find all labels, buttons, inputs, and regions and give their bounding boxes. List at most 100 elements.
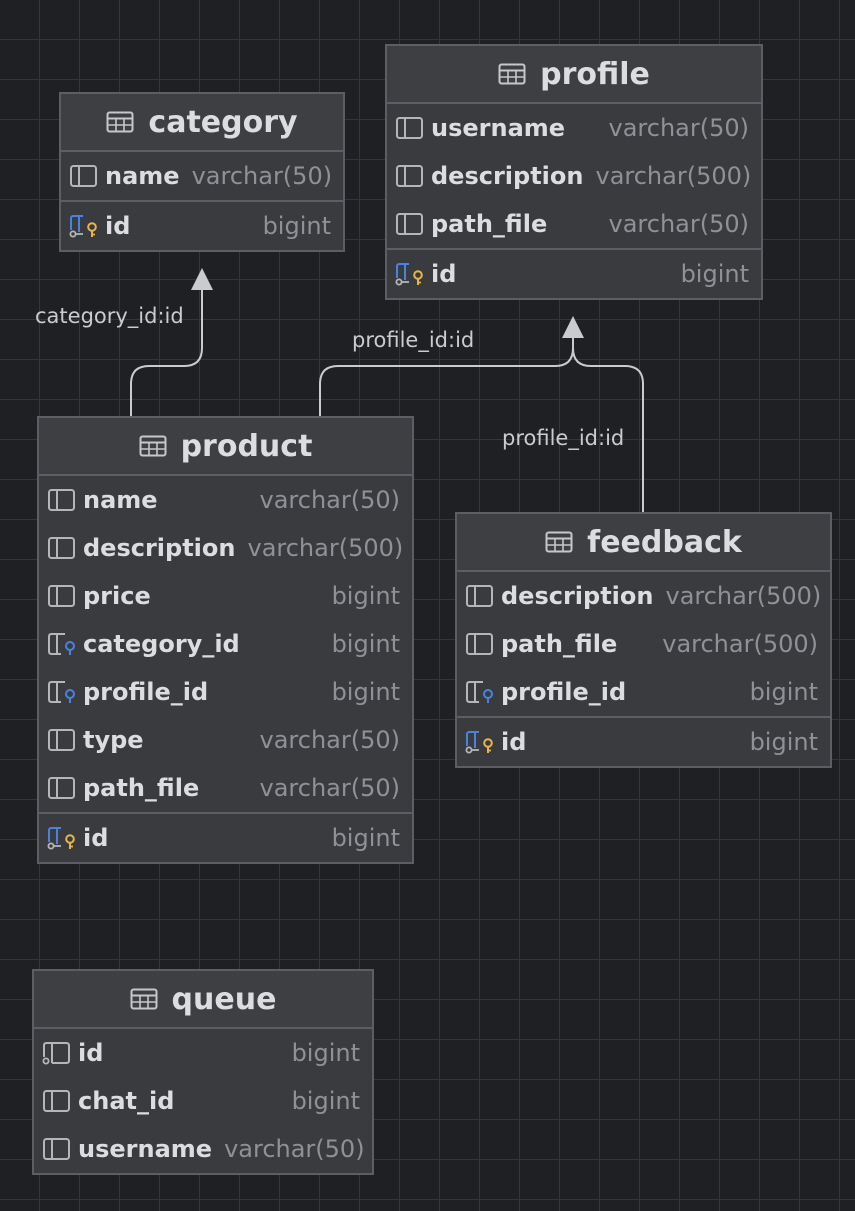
column-type: varchar(50)	[608, 210, 750, 238]
column-row-id[interactable]: id bigint	[34, 1029, 372, 1077]
column-row-path-file[interactable]: path_file varchar(500)	[457, 620, 830, 668]
column-type: bigint	[680, 260, 749, 288]
column-list: username varchar(50) description varchar(50…	[387, 104, 761, 298]
column-icon	[42, 1137, 72, 1161]
column-type: varchar(50)	[191, 162, 333, 190]
column-icon	[47, 488, 77, 512]
column-row-username[interactable]: username varchar(50)	[387, 104, 761, 152]
table-title: queue	[171, 981, 277, 1017]
column-type: bigint	[262, 212, 331, 240]
column-row-id[interactable]: id bigint	[61, 200, 343, 250]
column-icon	[42, 1089, 72, 1113]
table-title: profile	[540, 56, 650, 92]
column-type: varchar(500)	[662, 630, 818, 658]
relation-label-feedback-profile: profile_id:id	[502, 426, 625, 450]
column-row-name[interactable]: name varchar(50)	[39, 476, 412, 524]
relation-label-category: category_id:id	[35, 304, 184, 328]
column-name: id	[78, 1039, 104, 1067]
column-name: name	[83, 486, 158, 514]
column-row-category-id[interactable]: category_id bigint	[39, 620, 412, 668]
column-name: profile_id	[83, 678, 209, 706]
table-icon	[130, 987, 158, 1011]
column-name: id	[105, 212, 131, 240]
column-icon	[47, 776, 77, 800]
column-name: username	[431, 114, 566, 142]
column-list: name varchar(50) id bigint	[61, 152, 343, 250]
table-title: product	[180, 428, 313, 464]
key-column-icon	[42, 1041, 72, 1065]
relation-label-product-profile: profile_id:id	[352, 328, 475, 352]
table-header[interactable]: category	[61, 94, 343, 152]
column-name: id	[501, 728, 527, 756]
primary-key-icon	[465, 730, 495, 754]
foreign-key-icon	[47, 680, 77, 704]
primary-key-icon	[69, 214, 99, 238]
column-icon	[47, 584, 77, 608]
column-type: varchar(500)	[247, 534, 404, 562]
column-icon	[47, 728, 77, 752]
column-icon	[465, 584, 495, 608]
column-name: type	[83, 726, 144, 754]
column-type: varchar(50)	[259, 486, 401, 514]
table-icon	[545, 530, 573, 554]
relation-profile-arrowhead	[562, 316, 584, 338]
column-type: varchar(50)	[224, 1135, 365, 1163]
table-category[interactable]: category name varchar(50) id bigint	[59, 92, 345, 252]
table-header[interactable]: product	[39, 418, 412, 476]
column-icon	[395, 212, 425, 236]
column-row-path-file[interactable]: path_file varchar(50)	[387, 200, 761, 248]
foreign-key-icon	[47, 632, 77, 656]
column-type: varchar(500)	[595, 162, 752, 190]
column-row-type[interactable]: type varchar(50)	[39, 716, 412, 764]
column-row-username[interactable]: username varchar(50)	[34, 1125, 372, 1173]
column-name: id	[83, 824, 109, 852]
column-row-path-file[interactable]: path_file varchar(50)	[39, 764, 412, 812]
column-row-id[interactable]: id bigint	[457, 716, 830, 766]
column-type: varchar(500)	[665, 582, 822, 610]
column-row-price[interactable]: price bigint	[39, 572, 412, 620]
column-list: id bigint chat_id bigint username varchar(50)	[34, 1029, 372, 1173]
table-header[interactable]: queue	[34, 971, 372, 1029]
column-type: varchar(50)	[259, 774, 401, 802]
column-row-profile-id[interactable]: profile_id bigint	[39, 668, 412, 716]
column-name: path_file	[501, 630, 618, 658]
column-row-profile-id[interactable]: profile_id bigint	[457, 668, 830, 716]
table-profile[interactable]: profile username varchar(50) description va…	[385, 44, 763, 300]
column-type: bigint	[331, 630, 400, 658]
column-type: bigint	[291, 1039, 360, 1067]
table-title: category	[148, 104, 298, 140]
column-row-description[interactable]: description varchar(500)	[457, 572, 830, 620]
table-product[interactable]: product name varchar(50) description varcha…	[37, 416, 414, 864]
column-row-chat-id[interactable]: chat_id bigint	[34, 1077, 372, 1125]
column-row-id[interactable]: id bigint	[387, 248, 761, 298]
table-header[interactable]: feedback	[457, 514, 830, 572]
column-name: description	[431, 162, 584, 190]
primary-key-icon	[395, 262, 425, 286]
column-icon	[69, 164, 99, 188]
column-name: category_id	[83, 630, 240, 658]
column-icon	[465, 632, 495, 656]
column-row-description[interactable]: description varchar(500)	[387, 152, 761, 200]
table-queue[interactable]: queue id bigint chat_id bigint username varch…	[32, 969, 374, 1175]
table-feedback[interactable]: feedback description varchar(500) path_fil…	[455, 512, 832, 768]
column-name: description	[83, 534, 236, 562]
column-icon	[395, 164, 425, 188]
column-name: price	[83, 582, 151, 610]
table-icon	[498, 62, 526, 86]
column-type: bigint	[331, 582, 400, 610]
column-row-description[interactable]: description varchar(500)	[39, 524, 412, 572]
column-row-name[interactable]: name varchar(50)	[61, 152, 343, 200]
table-title: feedback	[587, 524, 742, 560]
column-name: profile_id	[501, 678, 627, 706]
table-icon	[106, 110, 134, 134]
column-row-id[interactable]: id bigint	[39, 812, 412, 862]
column-type: bigint	[331, 678, 400, 706]
column-type: bigint	[749, 678, 818, 706]
column-type: bigint	[331, 824, 400, 852]
column-name: path_file	[431, 210, 548, 238]
column-type: varchar(50)	[259, 726, 401, 754]
column-name: name	[105, 162, 180, 190]
table-header[interactable]: profile	[387, 46, 761, 104]
foreign-key-icon	[465, 680, 495, 704]
column-name: username	[78, 1135, 213, 1163]
